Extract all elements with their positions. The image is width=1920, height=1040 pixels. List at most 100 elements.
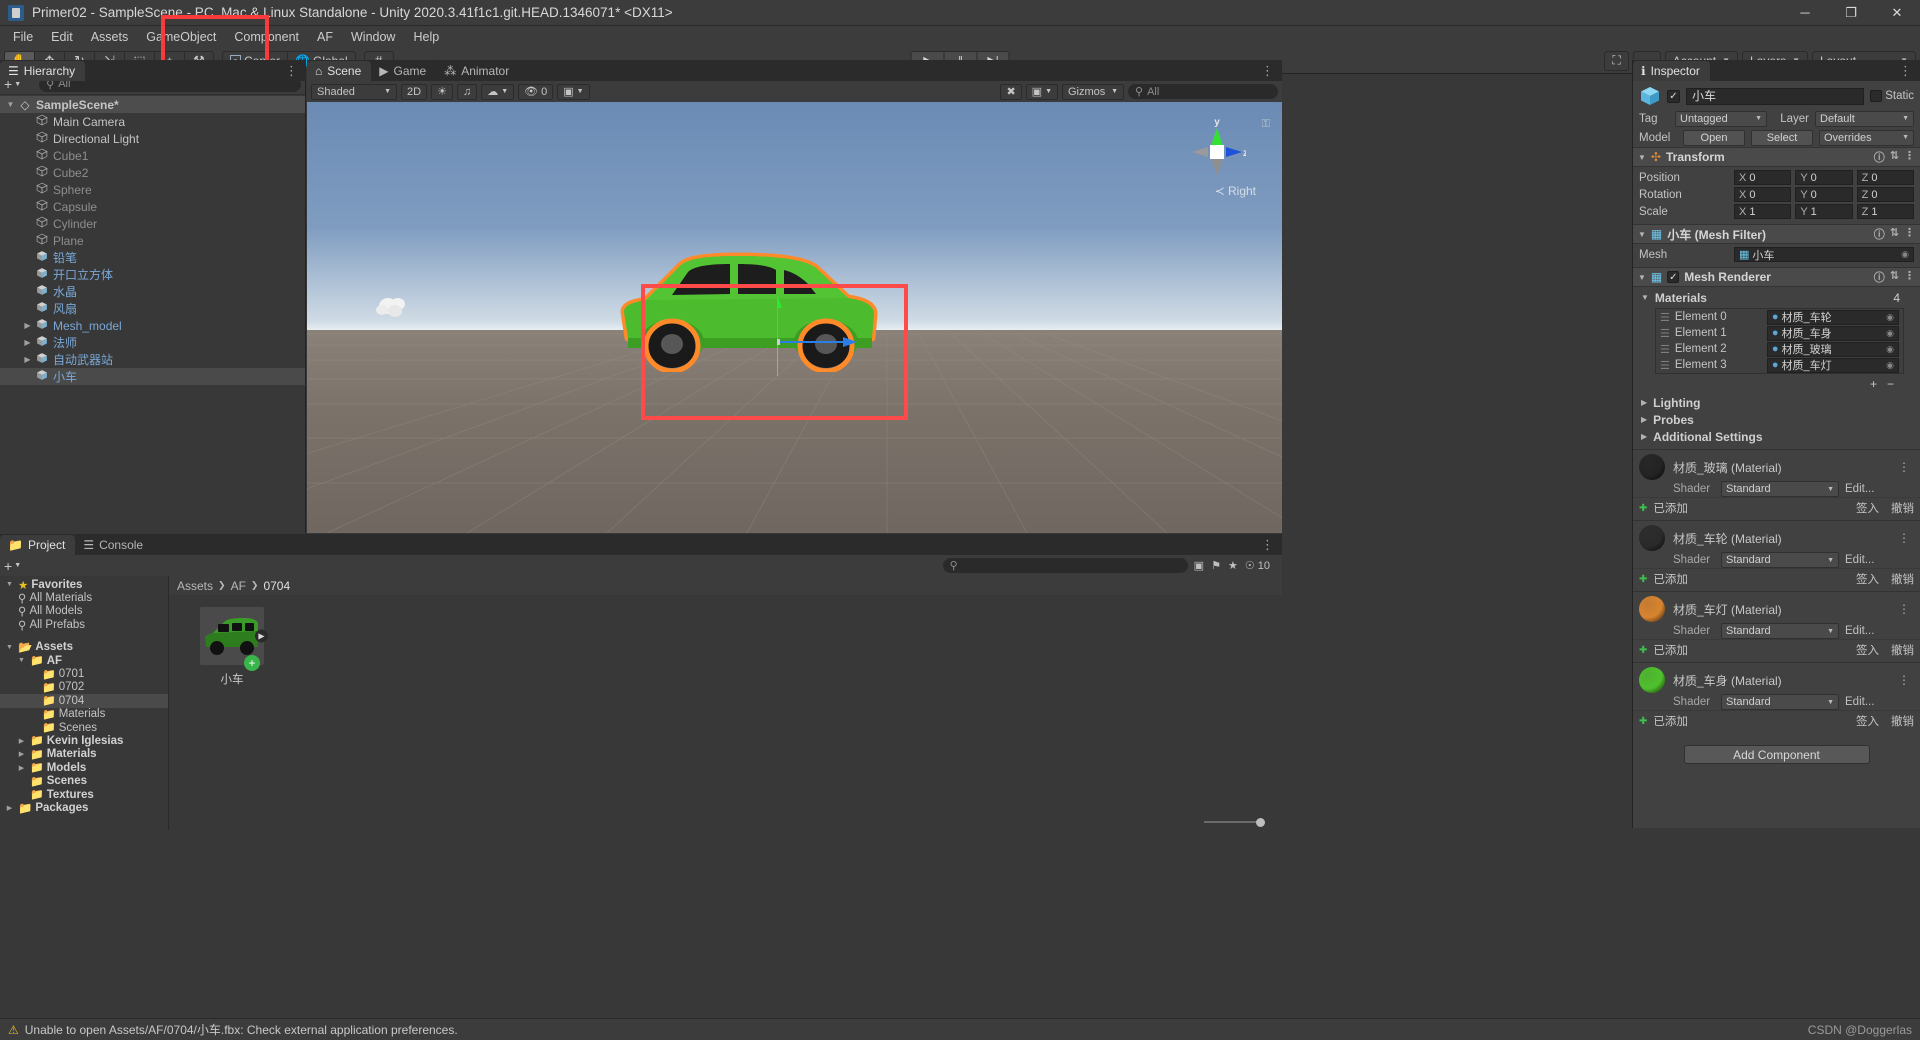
menu-af[interactable]: AF [308,27,342,48]
project-tree-item[interactable]: 📁 0704 [0,694,168,708]
mesh-filter-component-header[interactable]: ▼ ▦ 小车 (Mesh Filter) ⓘ ⇅ ⋮ [1633,224,1920,244]
filter-by-type-icon[interactable]: ▣ [1194,559,1204,572]
hierarchy-scene-row[interactable]: ▼ ◇ SampleScene* [0,96,305,113]
breadcrumb-af[interactable]: AF [231,579,246,593]
transform-gizmo[interactable] [777,290,857,380]
material-object-field[interactable]: ● 材质_车身 ◉ [1766,325,1899,341]
tag-dropdown[interactable]: Untagged ▼ [1675,110,1767,127]
menu-component[interactable]: Component [225,27,308,48]
chevron-down-icon[interactable]: ▼ [4,644,15,651]
hierarchy-item[interactable]: Cylinder [0,215,305,232]
search-toolbar-icon[interactable]: ⛶ [1604,50,1629,71]
chevron-right-icon[interactable]: ▶ [21,321,34,330]
revert-button[interactable]: 撤销 [1891,571,1914,587]
model-open-button[interactable]: Open [1683,129,1745,146]
tab-scene[interactable]: ⌂ Scene [307,61,372,81]
help-icon[interactable]: ⓘ [1874,149,1885,165]
tab-hierarchy[interactable]: ☰ Hierarchy [0,61,86,81]
transform-scale-y-input[interactable]: Y1 [1795,204,1853,219]
material-object-field[interactable]: ● 材质_车轮 ◉ [1766,309,1899,325]
shading-mode-dropdown[interactable]: Shaded ▼ [311,83,397,100]
hierarchy-item[interactable]: ▶ 自动武器站 [0,351,305,368]
menu-help[interactable]: Help [404,27,448,48]
material-object-field[interactable]: ● 材质_车灯 ◉ [1766,357,1899,373]
asset-tile[interactable]: ▶ + 小车 [191,607,273,687]
add-element-button[interactable]: + [1870,377,1877,391]
transform-rotation-x-input[interactable]: X0 [1734,187,1792,202]
tab-inspector[interactable]: ℹ Inspector [1633,61,1710,81]
chevron-right-icon[interactable]: ▶ [21,338,34,347]
hierarchy-item[interactable]: Cube2 [0,164,305,181]
hierarchy-item[interactable]: 铅笔 [0,249,305,266]
slider-knob[interactable] [1256,817,1265,827]
shader-edit-button[interactable]: Edit... [1845,483,1874,495]
chevron-right-icon[interactable]: ▶ [16,750,27,758]
hierarchy-item[interactable]: Sphere [0,181,305,198]
project-options-icon[interactable]: ⋮ [1253,535,1282,555]
project-tree-item[interactable]: 📁 0701 [0,667,168,681]
transform-position-x-input[interactable]: X0 [1734,170,1792,185]
hidden-objects-count[interactable]: 👁 0 [518,83,554,100]
material-object-field[interactable]: ● 材质_玻璃 ◉ [1766,341,1899,357]
scene-camera-settings-icon[interactable]: ▣ ▼ [557,83,590,100]
apply-button[interactable]: 签入 [1856,500,1879,516]
object-picker-icon[interactable]: ◉ [1886,328,1894,339]
project-add-button[interactable]: + ▼ [4,558,21,574]
hierarchy-item[interactable]: Capsule [0,198,305,215]
object-picker-icon[interactable]: ◉ [1901,249,1909,260]
assets-root[interactable]: ▼ 📂 Assets [0,641,168,654]
component-options-icon[interactable]: ⋮ [1904,149,1915,165]
project-tree-item[interactable]: 📁 Materials [0,708,168,721]
status-message[interactable]: Unable to open Assets/AF/0704/小车.fbx: Ch… [25,1021,458,1038]
project-search-input[interactable]: ⚲ [942,558,1188,573]
project-tree-item[interactable]: ▶ 📁 Kevin Iglesias [0,734,168,748]
tab-console[interactable]: ☰ Console [75,535,154,555]
chevron-down-icon[interactable]: ▼ [1638,230,1646,239]
asset-thumbnail[interactable]: ▶ + [200,607,268,671]
revert-button[interactable]: 撤销 [1891,642,1914,658]
project-tree-item[interactable]: 📁 0702 [0,681,168,694]
object-picker-icon[interactable]: ◉ [1886,360,1894,371]
shader-dropdown[interactable]: Standard ▼ [1721,623,1839,639]
hierarchy-options-icon[interactable]: ⋮ [277,61,306,81]
drag-handle-icon[interactable]: ☰ [1660,327,1670,340]
project-folder-tree[interactable]: ▼ ★ Favorites ⚲ All Materials ⚲ All Models ⚲… [0,576,169,830]
component-options-icon[interactable]: ⋮ [1904,269,1915,285]
gizmo-lock-icon[interactable]: ⚿ [1262,118,1270,131]
object-picker-icon[interactable]: ◉ [1886,312,1894,323]
object-picker-icon[interactable]: ◉ [1886,344,1894,355]
breadcrumb-assets[interactable]: Assets [177,579,213,593]
chevron-right-icon[interactable]: ▶ [16,764,27,772]
model-select-button[interactable]: Select [1751,129,1813,146]
hierarchy-item[interactable]: 水晶 [0,283,305,300]
tab-project[interactable]: 📁 Project [0,535,76,555]
toggle-2d-button[interactable]: 2D [401,83,428,100]
transform-scale-x-input[interactable]: X1 [1734,204,1792,219]
menu-edit[interactable]: Edit [42,27,82,48]
project-asset-grid[interactable]: ▶ + 小车 [169,595,1282,814]
chevron-down-icon[interactable]: ▼ [1638,273,1646,282]
thumbnail-size-slider[interactable] [1204,817,1265,827]
scene-lighting-icon[interactable]: ☀ [431,83,453,100]
preset-icon[interactable]: ⇅ [1890,226,1899,242]
chevron-down-icon[interactable]: ▼ [4,581,15,588]
scene-camera-toggle-icon[interactable]: ▣ ▼ [1025,83,1058,100]
material-options-icon[interactable]: ⋮ [1898,531,1914,545]
mesh-object-field[interactable]: ▦ 小车 ◉ [1734,247,1914,262]
favorites-root[interactable]: ▼ ★ Favorites [0,578,168,592]
transform-position-y-input[interactable]: Y0 [1795,170,1853,185]
menu-gameobject[interactable]: GameObject [137,27,225,48]
static-toggle[interactable]: Static [1870,90,1914,102]
layer-dropdown[interactable]: Default ▼ [1815,110,1914,127]
chevron-right-icon[interactable]: ▶ [1641,432,1647,441]
expand-prefab-icon[interactable]: ▶ [255,629,268,643]
renderer-foldout-probes[interactable]: ▶ Probes [1633,411,1920,428]
favorites-filter-icon[interactable]: ★ [1228,559,1238,572]
material-element-row[interactable]: ☰ Element 3 ● 材质_车灯 ◉ [1656,357,1903,373]
shader-edit-button[interactable]: Edit... [1845,696,1874,708]
renderer-foldout-lighting[interactable]: ▶ Lighting [1633,394,1920,411]
shader-edit-button[interactable]: Edit... [1845,625,1874,637]
shader-dropdown[interactable]: Standard ▼ [1721,552,1839,568]
hierarchy-item[interactable]: ▶ 法师 [0,334,305,351]
static-checkbox[interactable] [1870,90,1883,102]
